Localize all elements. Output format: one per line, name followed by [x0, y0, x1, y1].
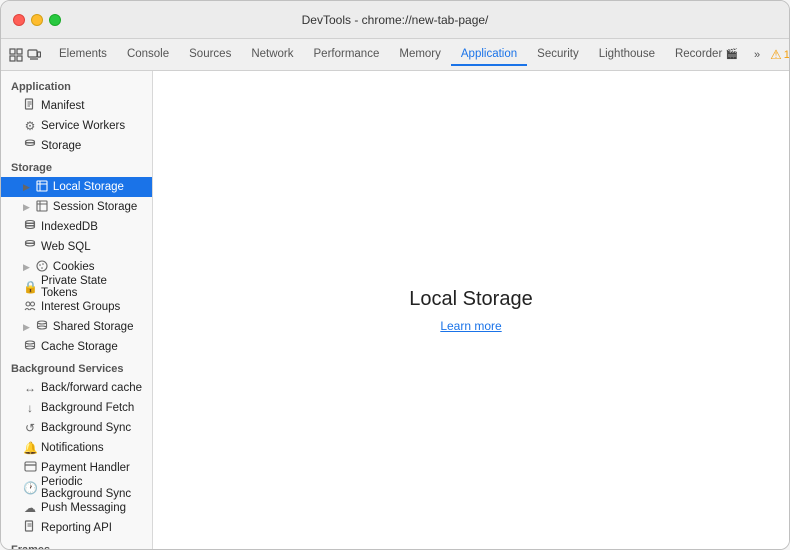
cache-storage-icon: [23, 339, 37, 355]
cookies-label: Cookies: [53, 261, 146, 273]
sidebar-item-cache-storage[interactable]: Cache Storage: [1, 337, 152, 357]
toolbar-right: ⚠ 1 💬 3 ⚙ ⋮: [770, 44, 790, 66]
payment-handler-icon: [23, 461, 37, 475]
indexeddb-label: IndexedDB: [41, 221, 146, 233]
traffic-lights: [13, 14, 61, 26]
warnings-count: 1: [784, 49, 790, 61]
tab-sources[interactable]: Sources: [179, 44, 241, 66]
sidebar-item-storage-app[interactable]: Storage: [1, 136, 152, 156]
notifications-icon: 🔔: [23, 441, 37, 455]
cache-storage-label: Cache Storage: [41, 341, 146, 353]
sidebar-item-indexeddb[interactable]: IndexedDB: [1, 217, 152, 237]
storage-app-icon: [23, 138, 37, 154]
service-workers-icon: ⚙: [23, 119, 37, 133]
periodic-bg-sync-label: Periodic Background Sync: [41, 476, 146, 500]
sidebar-item-cookies[interactable]: ▶ Cookies: [1, 257, 152, 277]
devtools-window: DevTools - chrome://new-tab-page/ Elemen…: [0, 0, 790, 550]
tab-application[interactable]: Application: [451, 44, 527, 66]
session-storage-icon: [35, 200, 49, 215]
tab-network[interactable]: Network: [241, 44, 303, 66]
title-bar: DevTools - chrome://new-tab-page/: [1, 1, 789, 39]
reporting-api-icon: [23, 520, 37, 536]
background-sync-icon: ↺: [23, 421, 37, 435]
section-label-storage: Storage: [1, 156, 152, 177]
shared-storage-label: Shared Storage: [53, 321, 146, 333]
section-label-frames: Frames: [1, 538, 152, 549]
web-sql-label: Web SQL: [41, 241, 146, 253]
local-storage-label: Local Storage: [53, 181, 146, 193]
toolbar: Elements Console Sources Network Perform…: [1, 39, 789, 71]
main-content: Application Manifest ⚙ Service Workers S…: [1, 71, 789, 549]
background-sync-label: Background Sync: [41, 422, 146, 434]
sidebar-item-manifest[interactable]: Manifest: [1, 96, 152, 116]
private-state-tokens-label: Private State Tokens: [41, 275, 146, 299]
sidebar: Application Manifest ⚙ Service Workers S…: [1, 71, 153, 549]
payment-handler-label: Payment Handler: [41, 462, 146, 474]
tab-security[interactable]: Security: [527, 44, 589, 66]
sidebar-item-background-sync[interactable]: ↺ Background Sync: [1, 418, 152, 438]
back-forward-cache-icon: ↔: [23, 381, 37, 395]
periodic-bg-sync-icon: 🕐: [23, 481, 37, 495]
reporting-api-label: Reporting API: [41, 522, 146, 534]
sidebar-item-push-messaging[interactable]: ☁ Push Messaging: [1, 498, 152, 518]
private-state-tokens-icon: 🔒: [23, 280, 37, 294]
session-storage-arrow: ▶: [23, 202, 30, 213]
session-storage-label: Session Storage: [53, 201, 146, 213]
shared-storage-arrow: ▶: [23, 322, 30, 333]
minimize-button[interactable]: [31, 14, 43, 26]
tab-performance[interactable]: Performance: [304, 44, 390, 66]
more-tabs-button[interactable]: »: [748, 45, 766, 65]
interest-groups-label: Interest Groups: [41, 301, 146, 313]
sidebar-item-shared-storage[interactable]: ▶ Shared Storage: [1, 317, 152, 337]
inspect-element-button[interactable]: [9, 44, 23, 66]
sidebar-item-payment-handler[interactable]: Payment Handler: [1, 458, 152, 478]
sidebar-item-notifications[interactable]: 🔔 Notifications: [1, 438, 152, 458]
notifications-label: Notifications: [41, 442, 146, 454]
close-button[interactable]: [13, 14, 25, 26]
learn-more-link[interactable]: Learn more: [440, 319, 501, 333]
local-storage-icon: [35, 180, 49, 195]
content-title: Local Storage: [409, 288, 532, 311]
sidebar-item-private-state-tokens[interactable]: 🔒 Private State Tokens: [1, 277, 152, 297]
cookies-icon: [35, 260, 49, 275]
indexeddb-icon: [23, 219, 37, 235]
device-mode-button[interactable]: [27, 44, 41, 66]
push-messaging-icon: ☁: [23, 501, 37, 515]
cookies-arrow: ▶: [23, 262, 30, 273]
background-fetch-icon: ↓: [23, 401, 37, 415]
web-sql-icon: [23, 239, 37, 255]
tab-console[interactable]: Console: [117, 44, 179, 66]
manifest-label: Manifest: [41, 100, 146, 112]
background-fetch-label: Background Fetch: [41, 402, 146, 414]
sidebar-item-web-sql[interactable]: Web SQL: [1, 237, 152, 257]
sidebar-item-back-forward-cache[interactable]: ↔ Back/forward cache: [1, 378, 152, 398]
warnings-badge[interactable]: ⚠ 1: [770, 47, 790, 63]
sidebar-item-local-storage[interactable]: ▶ Local Storage: [1, 177, 152, 197]
sidebar-item-background-fetch[interactable]: ↓ Background Fetch: [1, 398, 152, 418]
tab-elements[interactable]: Elements: [49, 44, 117, 66]
sidebar-item-periodic-bg-sync[interactable]: 🕐 Periodic Background Sync: [1, 478, 152, 498]
section-label-bg-services: Background Services: [1, 357, 152, 378]
window-title: DevTools - chrome://new-tab-page/: [302, 13, 489, 27]
tab-recorder[interactable]: Recorder 🎬: [665, 44, 748, 66]
service-workers-label: Service Workers: [41, 120, 146, 132]
maximize-button[interactable]: [49, 14, 61, 26]
sidebar-item-session-storage[interactable]: ▶ Session Storage: [1, 197, 152, 217]
tab-memory[interactable]: Memory: [389, 44, 451, 66]
section-label-application: Application: [1, 75, 152, 96]
tab-lighthouse[interactable]: Lighthouse: [589, 44, 665, 66]
shared-storage-icon: [35, 319, 49, 335]
storage-app-label: Storage: [41, 140, 146, 152]
interest-groups-icon: [23, 300, 37, 315]
sidebar-item-service-workers[interactable]: ⚙ Service Workers: [1, 116, 152, 136]
manifest-icon: [23, 98, 37, 114]
sidebar-item-interest-groups[interactable]: Interest Groups: [1, 297, 152, 317]
back-forward-cache-label: Back/forward cache: [41, 382, 146, 394]
tab-bar: Elements Console Sources Network Perform…: [49, 44, 766, 66]
push-messaging-label: Push Messaging: [41, 502, 146, 514]
content-area: Local Storage Learn more: [153, 71, 789, 549]
local-storage-arrow: ▶: [23, 182, 30, 193]
sidebar-item-reporting-api[interactable]: Reporting API: [1, 518, 152, 538]
